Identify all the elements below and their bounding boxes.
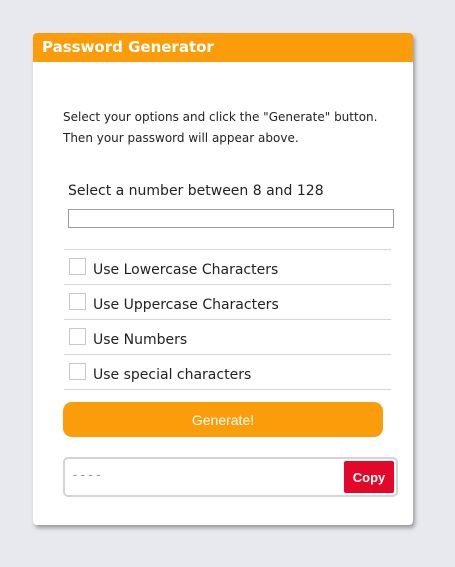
password-output-box: ---- Copy <box>63 457 398 497</box>
uppercase-checkbox[interactable] <box>69 293 86 310</box>
option-numbers[interactable]: Use Numbers <box>64 319 391 354</box>
length-input[interactable] <box>68 209 394 228</box>
password-generator-card: Password Generator Select your options a… <box>33 33 413 525</box>
special-checkbox[interactable] <box>69 363 86 380</box>
option-label: Use Uppercase Characters <box>93 297 279 313</box>
option-special[interactable]: Use special characters <box>64 354 391 390</box>
option-label: Use Numbers <box>93 332 188 348</box>
lowercase-checkbox[interactable] <box>69 258 86 275</box>
generate-button[interactable]: Generate! <box>63 402 383 437</box>
option-lowercase[interactable]: Use Lowercase Characters <box>64 249 391 284</box>
numbers-checkbox[interactable] <box>69 328 86 345</box>
instructions-text: Select your options and click the "Gener… <box>63 110 378 145</box>
options-list: Use Lowercase Characters Use Uppercase C… <box>64 249 391 390</box>
option-uppercase[interactable]: Use Uppercase Characters <box>64 284 391 319</box>
password-output[interactable]: ---- <box>71 463 331 489</box>
option-label: Use Lowercase Characters <box>93 262 279 278</box>
option-label: Use special characters <box>93 367 252 383</box>
copy-button[interactable]: Copy <box>344 461 394 493</box>
card-title: Password Generator <box>33 33 413 62</box>
length-label: Select a number between 8 and 128 <box>68 183 324 199</box>
